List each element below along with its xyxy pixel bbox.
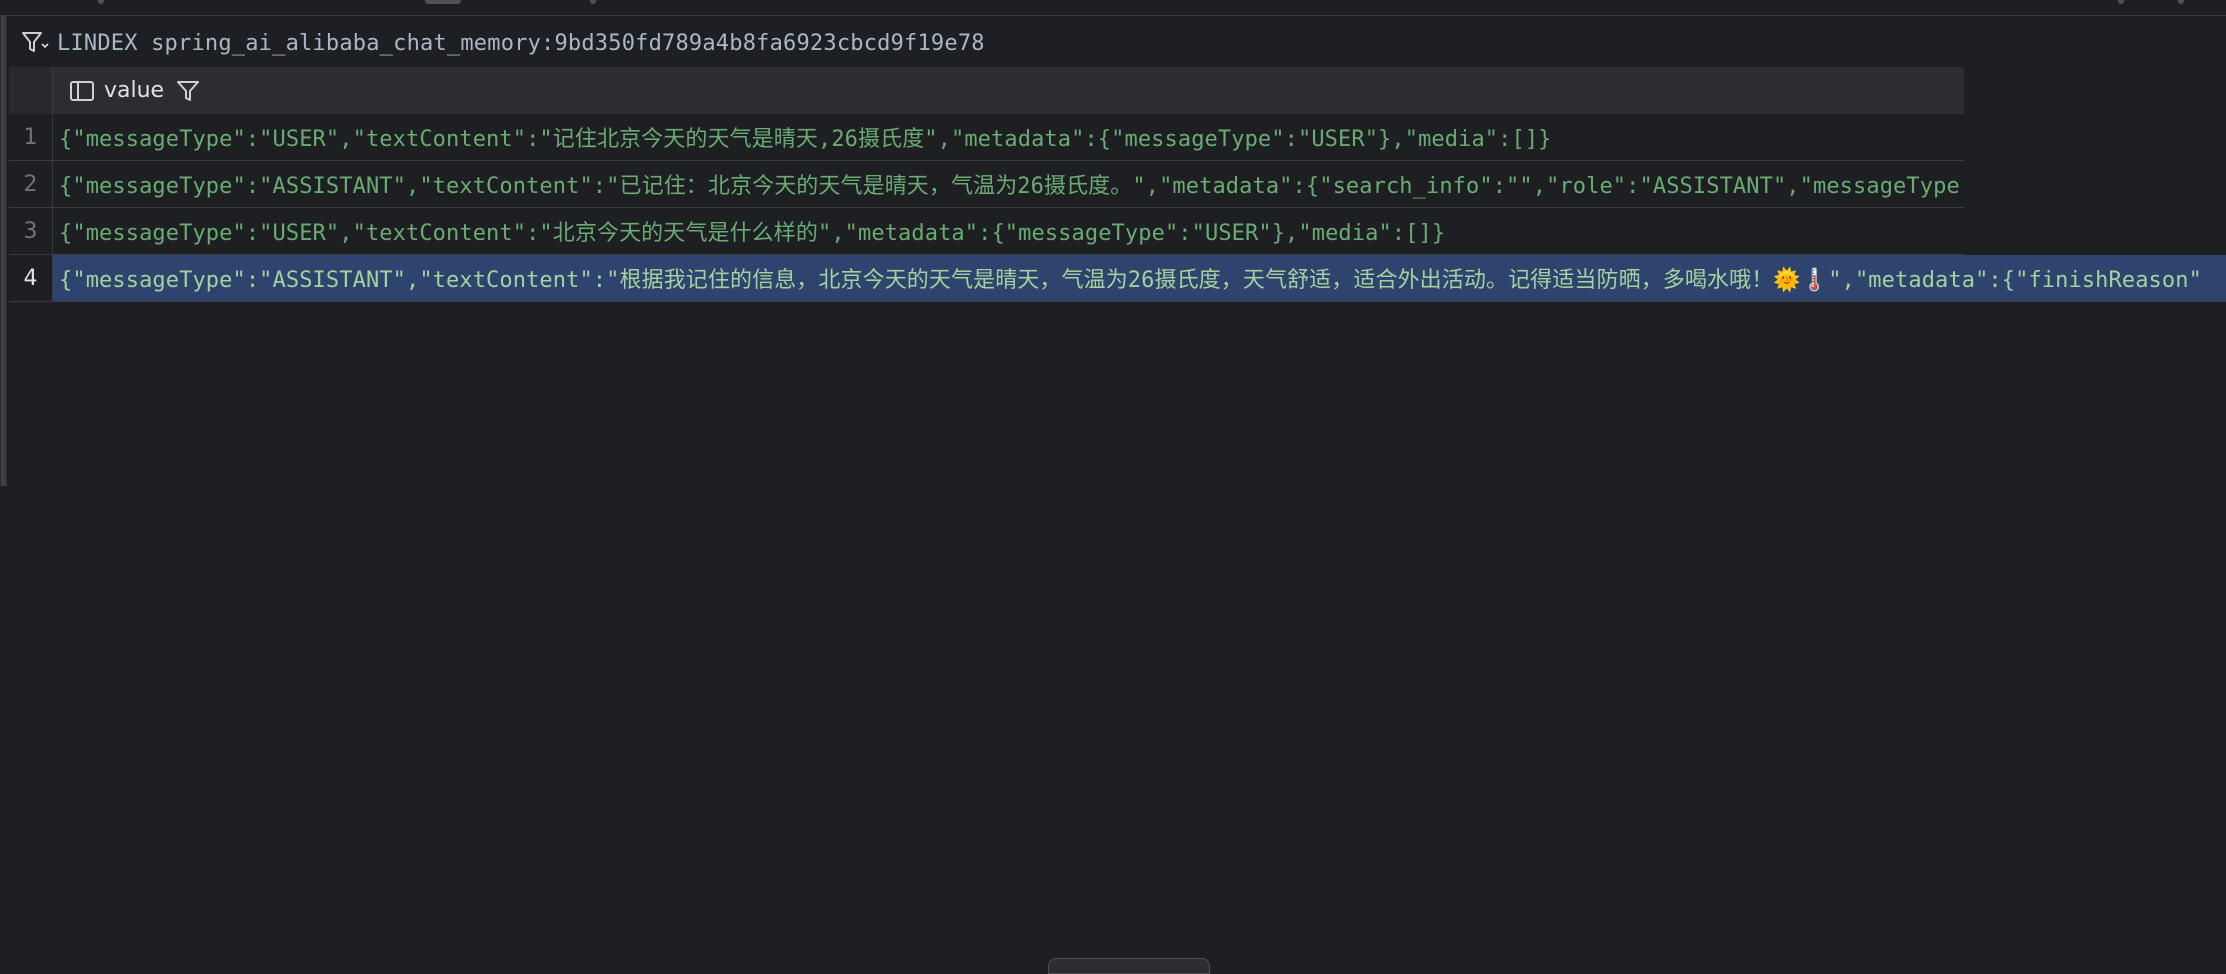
bottom-panel-handle[interactable] bbox=[1048, 958, 1210, 974]
tab-marker bbox=[98, 0, 104, 4]
query-text: LINDEX spring_ai_alibaba_chat_memory:9bd… bbox=[57, 30, 985, 56]
row-value[interactable]: {"messageType":"USER","textContent":"北京今… bbox=[59, 215, 1959, 247]
query-bar: LINDEX spring_ai_alibaba_chat_memory:9bd… bbox=[9, 20, 2226, 66]
tab-marker bbox=[590, 0, 596, 4]
scrollbar-thumb[interactable] bbox=[1, 16, 6, 486]
tab-marker bbox=[425, 0, 461, 4]
vertical-scrollbar[interactable] bbox=[0, 16, 7, 486]
row-value[interactable]: {"messageType":"ASSISTANT","textContent"… bbox=[59, 262, 2219, 294]
row-value[interactable]: {"messageType":"ASSISTANT","textContent"… bbox=[59, 168, 1959, 200]
row-number: 4 bbox=[9, 255, 53, 301]
header-corner[interactable] bbox=[9, 67, 53, 114]
table-row[interactable]: 3 {"messageType":"USER","textContent":"北… bbox=[9, 208, 1964, 255]
table-row[interactable]: 1 {"messageType":"USER","textContent":"记… bbox=[9, 114, 1964, 161]
column-header-value[interactable]: value bbox=[104, 78, 164, 103]
row-number: 1 bbox=[9, 114, 53, 160]
grid-rows: 1 {"messageType":"USER","textContent":"记… bbox=[9, 114, 2226, 302]
row-number: 2 bbox=[9, 161, 53, 207]
row-value[interactable]: {"messageType":"USER","textContent":"记住北… bbox=[59, 121, 1959, 153]
column-layout-icon[interactable] bbox=[69, 78, 95, 104]
table-row[interactable]: 2 {"messageType":"ASSISTANT","textConten… bbox=[9, 161, 1964, 208]
result-grid: value 1 {"messageType":"USER","textConte… bbox=[9, 67, 2226, 302]
table-row-selected[interactable]: 4 {"messageType":"ASSISTANT","textConten… bbox=[9, 255, 2226, 302]
row-number: 3 bbox=[9, 208, 53, 254]
top-tab-strip bbox=[0, 0, 2226, 16]
filter-dropdown-icon[interactable] bbox=[19, 27, 51, 59]
tab-marker bbox=[2178, 0, 2184, 4]
grid-header: value bbox=[9, 67, 1964, 114]
column-filter-icon[interactable] bbox=[176, 78, 200, 104]
tab-marker bbox=[2118, 0, 2124, 4]
